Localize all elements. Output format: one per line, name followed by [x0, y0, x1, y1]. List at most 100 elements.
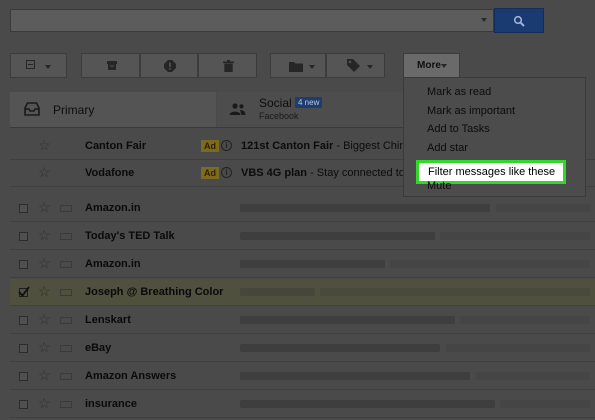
- labels-button[interactable]: [326, 53, 385, 78]
- chevron-down-icon: [45, 65, 51, 69]
- menu-item-mute[interactable]: Mute: [427, 180, 451, 192]
- label-tag-icon: [347, 59, 360, 72]
- menu-item-add-to-tasks[interactable]: Add to Tasks: [427, 123, 490, 135]
- importance-marker-icon[interactable]: [60, 261, 72, 268]
- importance-marker-icon[interactable]: [60, 289, 72, 296]
- info-icon[interactable]: i: [221, 140, 232, 151]
- redacted-subject: [240, 260, 385, 268]
- report-spam-button[interactable]: [140, 53, 198, 78]
- select-all-button[interactable]: [10, 53, 67, 78]
- tab-primary[interactable]: Primary: [10, 92, 216, 127]
- more-button[interactable]: More: [403, 53, 460, 78]
- redacted-snippet: [460, 316, 590, 324]
- star-icon[interactable]: ☆: [38, 339, 51, 355]
- star-icon[interactable]: ☆: [38, 311, 51, 327]
- email-sender: eBay: [85, 342, 112, 354]
- table-row[interactable]: ☆ Amazon Answers: [10, 363, 595, 390]
- redacted-subject: [240, 232, 435, 240]
- redacted-subject: [240, 344, 440, 352]
- menu-item-mark-as-important[interactable]: Mark as important: [427, 105, 515, 117]
- select-checkbox-icon: [26, 60, 35, 69]
- star-icon[interactable]: ☆: [38, 255, 51, 271]
- importance-marker-icon[interactable]: [60, 345, 72, 352]
- table-row[interactable]: ☆ Joseph @ Breathing Color: [10, 279, 595, 306]
- more-button-label: More: [417, 60, 441, 71]
- row-checkbox[interactable]: [19, 204, 28, 213]
- tab-social-label: Social: [259, 96, 292, 110]
- row-checkbox[interactable]: [19, 372, 28, 381]
- row-checkbox[interactable]: [19, 344, 28, 353]
- menu-item-add-star[interactable]: Add star: [427, 142, 468, 154]
- search-options-caret-icon[interactable]: [481, 18, 487, 22]
- redacted-snippet: [440, 232, 590, 240]
- ad-subject: 121st Canton Fair: [241, 140, 334, 152]
- chevron-down-icon: [367, 65, 373, 69]
- row-checkbox[interactable]: [19, 400, 28, 409]
- star-icon[interactable]: ☆: [38, 227, 51, 243]
- table-row[interactable]: ☆ eBay: [10, 335, 595, 362]
- star-icon[interactable]: ☆: [38, 164, 51, 180]
- importance-marker-icon[interactable]: [60, 233, 72, 240]
- ad-subject: VBS 4G plan: [241, 167, 308, 179]
- redacted-snippet: [496, 204, 591, 212]
- row-checkbox[interactable]: [19, 232, 28, 241]
- redacted-snippet: [500, 400, 590, 408]
- redacted-subject: [240, 204, 490, 212]
- ad-subject-line: VBS 4G plan - Stay connected to: [241, 167, 405, 179]
- row-checkbox[interactable]: [18, 286, 30, 297]
- ad-subject-line: 121st Canton Fair - Biggest China: [241, 140, 412, 152]
- ad-snippet: - Stay connected to: [307, 167, 405, 179]
- table-row[interactable]: ☆ Amazon.in: [10, 251, 595, 278]
- ad-snippet: - Biggest China: [333, 140, 412, 152]
- importance-marker-icon[interactable]: [60, 373, 72, 380]
- ad-sender: Vodafone: [85, 167, 135, 179]
- search-icon: [513, 15, 525, 27]
- ad-badge: Ad: [201, 140, 219, 152]
- email-sender: Today's TED Talk: [85, 230, 175, 242]
- email-sender: Amazon.in: [85, 202, 141, 214]
- tab-primary-label: Primary: [53, 103, 95, 117]
- email-sender: Lenskart: [85, 314, 131, 326]
- table-row[interactable]: ☆ Lenskart: [10, 307, 595, 334]
- archive-button[interactable]: [81, 53, 140, 78]
- star-icon[interactable]: ☆: [38, 137, 51, 153]
- star-icon[interactable]: ☆: [38, 283, 51, 299]
- email-sender: Amazon Answers: [85, 370, 177, 382]
- folder-icon: [289, 62, 303, 72]
- menu-item-mark-as-read[interactable]: Mark as read: [427, 86, 491, 98]
- delete-button[interactable]: [198, 53, 257, 78]
- redacted-snippet: [390, 260, 590, 268]
- email-sender: insurance: [85, 398, 137, 410]
- email-sender: Amazon.in: [85, 258, 141, 270]
- importance-marker-icon[interactable]: [60, 317, 72, 324]
- table-row[interactable]: ☆ insurance: [10, 391, 595, 418]
- people-icon: [229, 103, 246, 115]
- social-new-badge: 4 new: [295, 97, 323, 108]
- info-icon[interactable]: i: [221, 167, 232, 178]
- star-icon[interactable]: ☆: [38, 199, 51, 215]
- search-input[interactable]: [10, 9, 494, 32]
- ad-sender: Canton Fair: [85, 140, 147, 152]
- star-icon[interactable]: ☆: [38, 395, 51, 411]
- row-checkbox[interactable]: [19, 260, 28, 269]
- row-checkbox[interactable]: [19, 316, 28, 325]
- move-to-button[interactable]: [270, 53, 326, 78]
- star-icon[interactable]: ☆: [38, 367, 51, 383]
- redacted-subject: [240, 288, 315, 296]
- chevron-down-icon: [441, 64, 447, 68]
- archive-icon: [107, 61, 117, 70]
- ad-badge: Ad: [201, 167, 219, 179]
- search-button[interactable]: [494, 8, 544, 33]
- more-dropdown-menu: Mark as read Mark as important Add to Ta…: [403, 77, 586, 197]
- chevron-down-icon: [309, 65, 315, 69]
- redacted-snippet: [446, 344, 590, 352]
- table-row[interactable]: ☆ Today's TED Talk: [10, 223, 595, 250]
- spam-icon: [164, 60, 176, 72]
- checkmark-icon: [18, 286, 30, 297]
- table-row[interactable]: ☆ Amazon.in: [10, 195, 595, 222]
- redacted-snippet: [320, 288, 590, 296]
- email-sender: Joseph @ Breathing Color: [85, 286, 224, 298]
- importance-marker-icon[interactable]: [60, 401, 72, 408]
- trash-icon: [223, 60, 234, 72]
- importance-marker-icon[interactable]: [60, 205, 72, 212]
